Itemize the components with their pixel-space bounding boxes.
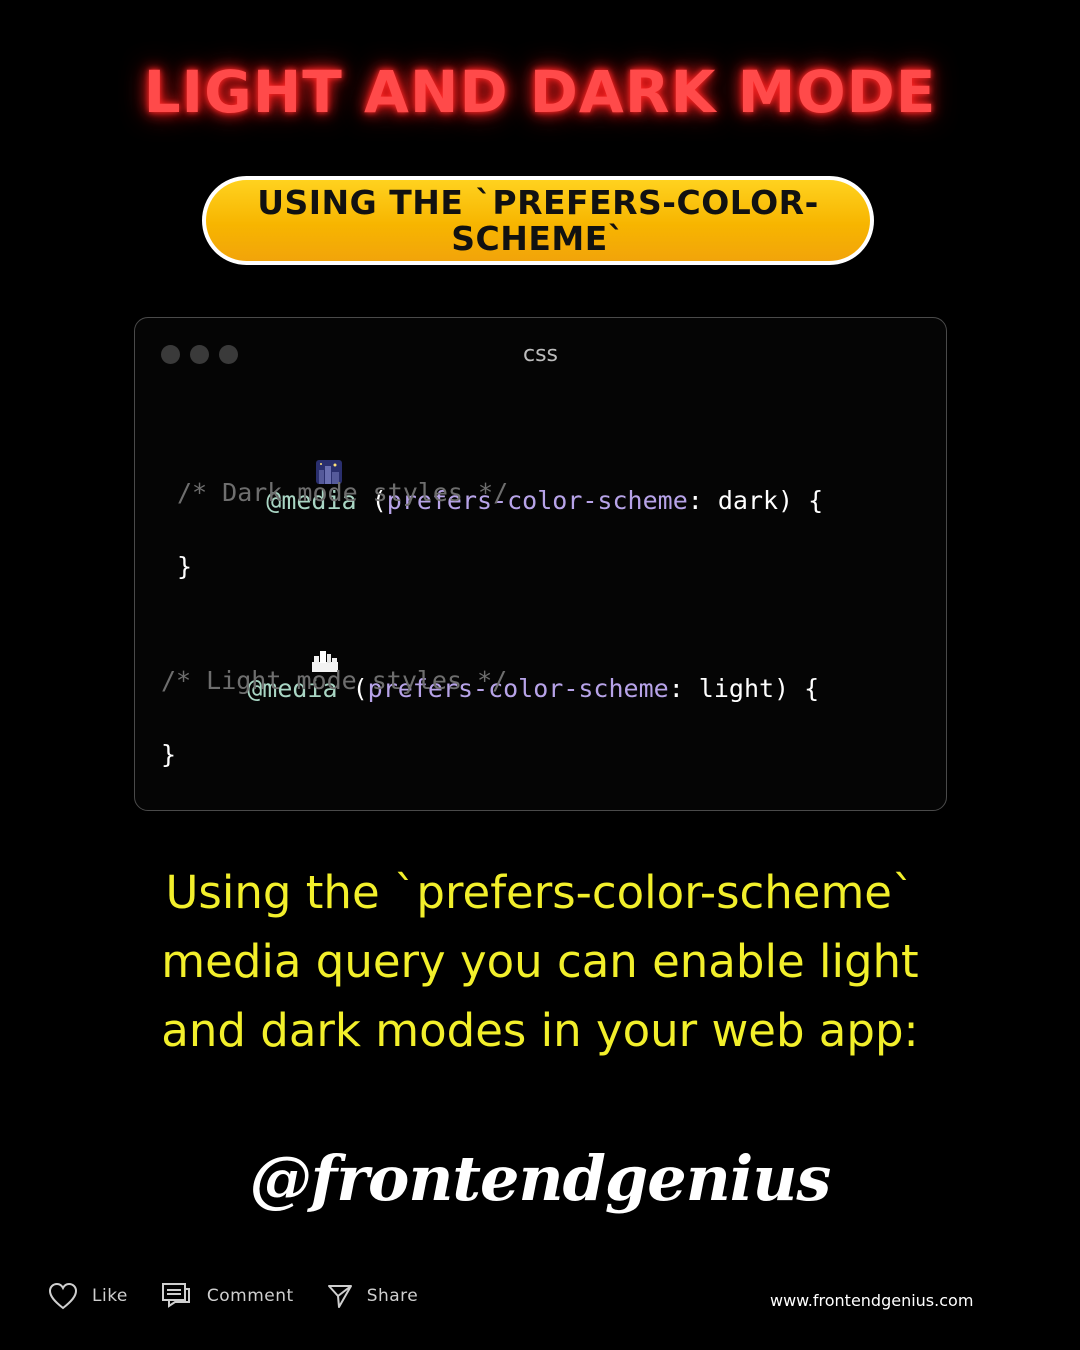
code-card: css @media (prefers-color-scheme: dark) … — [134, 317, 947, 811]
heart-icon — [48, 1282, 78, 1310]
website-link[interactable]: www.frontendgenius.com — [770, 1291, 973, 1310]
cityscape-emoji-icon — [221, 619, 338, 672]
code-language-label: css — [522, 342, 559, 367]
code-close-brace: } — [161, 740, 177, 769]
description-line: and dark modes in your web app: — [161, 1004, 919, 1057]
description: Using the `prefers-color-scheme` media q… — [0, 858, 1080, 1065]
subtitle-pill: USING THE `PREFERS-COLOR-SCHEME` — [202, 176, 874, 265]
comment-icon — [161, 1283, 190, 1308]
comment-label: Comment — [206, 1286, 294, 1306]
code-comment-light: /* Light mode styles */ — [161, 666, 508, 695]
author-handle: @frontendgenius — [249, 1142, 832, 1215]
subtitle-pill-text: USING THE `PREFERS-COLOR-SCHEME` — [257, 182, 819, 258]
code-comment-dark: /* Dark mode styles */ — [177, 478, 509, 507]
description-line: Using the `prefers-color-scheme` — [165, 866, 915, 919]
social-actions: Like Comment Share — [48, 1282, 451, 1310]
like-label: Like — [92, 1286, 128, 1306]
share-icon — [327, 1285, 352, 1308]
like-button[interactable]: Like — [48, 1282, 128, 1310]
share-label: Share — [366, 1286, 419, 1306]
night-city-emoji-icon — [225, 431, 342, 484]
code-close-brace: } — [177, 552, 193, 581]
code-line-4: @media (prefers-color-scheme: light) { — [161, 590, 819, 732]
page-title: LIGHT AND DARK MODE — [143, 58, 937, 126]
code-line-1: @media (prefers-color-scheme: dark) { — [165, 402, 823, 544]
comment-button[interactable]: Comment — [161, 1282, 294, 1310]
share-button[interactable]: Share — [327, 1283, 419, 1309]
description-line: media query you can enable light — [161, 935, 919, 988]
